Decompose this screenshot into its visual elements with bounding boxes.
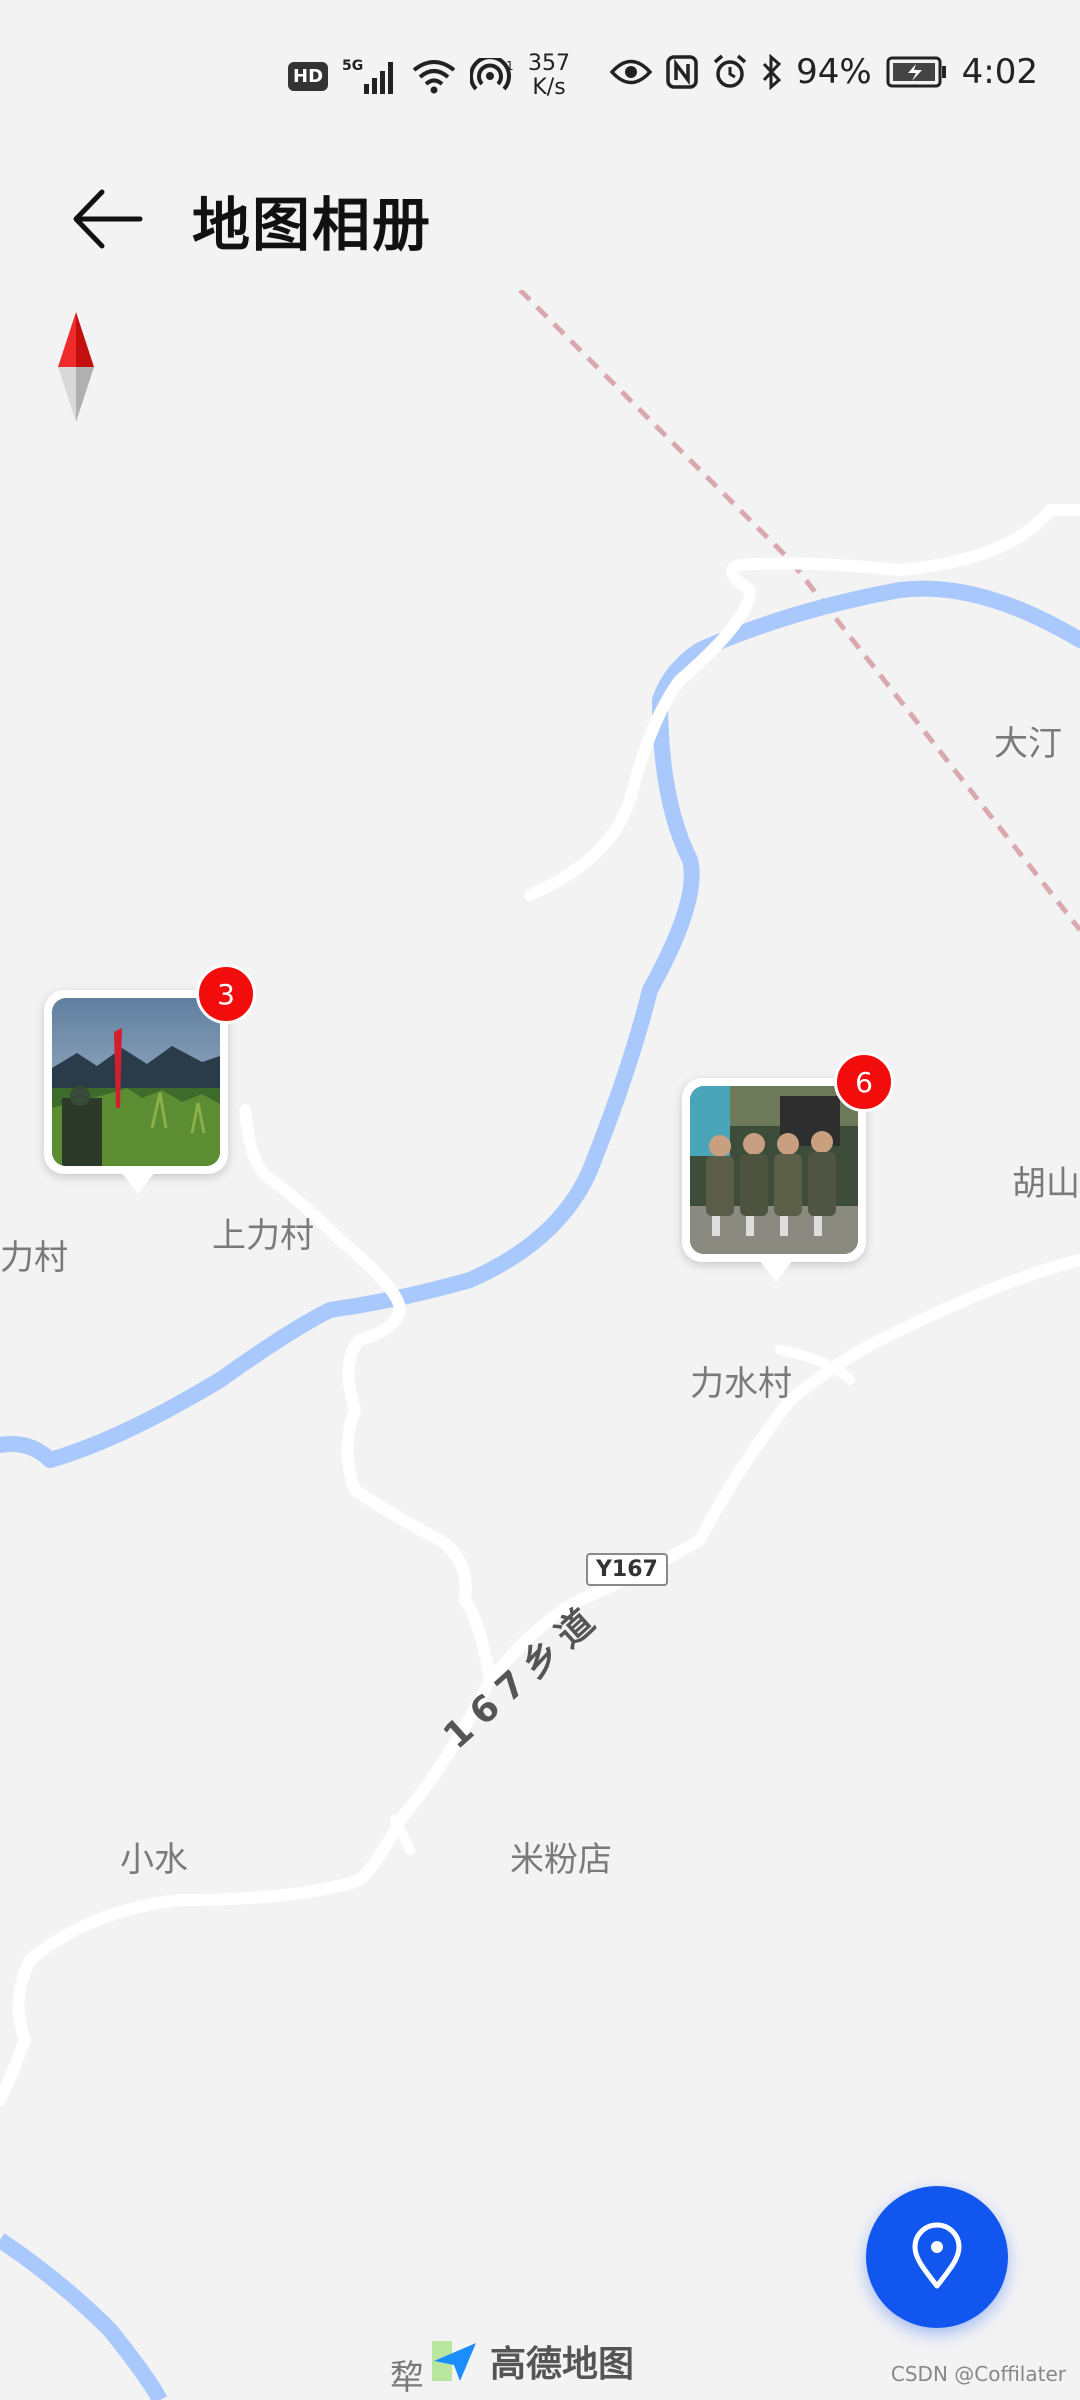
app-header: 地图相册 — [0, 150, 1080, 290]
page-title: 地图相册 — [192, 191, 433, 259]
cellular-signal-icon: 5G — [342, 56, 398, 96]
svg-text:5G: 5G — [342, 58, 363, 74]
photo-count-badge: 6 — [834, 1052, 894, 1112]
compass-icon[interactable] — [54, 310, 98, 424]
road-a — [524, 504, 1080, 901]
nfc-icon — [666, 55, 698, 89]
place-label-shangli: 上力村 — [212, 1216, 314, 1256]
wifi-icon — [412, 58, 456, 94]
clock: 4:02 — [961, 52, 1038, 92]
svg-text:1: 1 — [506, 59, 514, 73]
photo-count-badge: 3 — [196, 964, 256, 1024]
bluetooth-icon — [762, 54, 782, 90]
group-camo-photo — [690, 1086, 858, 1254]
battery-charging-icon — [886, 56, 948, 88]
place-label-xiaoshui: 小水 — [120, 1840, 188, 1880]
pin-pointer — [118, 1168, 158, 1194]
place-label-datang: 大汀 — [994, 724, 1062, 764]
road-d — [390, 1815, 415, 1855]
road-b — [0, 1104, 496, 2106]
amap-attribution: 高德地图 — [430, 2335, 634, 2387]
place-label-bottom: 犂 — [390, 2358, 424, 2398]
place-label-hushan: 胡山 — [1012, 1164, 1080, 1204]
map-base-layer — [0, 290, 1080, 2400]
place-label-lishui: 力水村 — [690, 1364, 792, 1404]
map-view[interactable]: 大汀 胡山 上力村 力村 力水村 小水 米粉店 犂 Y167 167乡道 3 6… — [0, 290, 1080, 2400]
watermark: CSDN @Coffilater — [890, 2362, 1066, 2386]
network-speed: 357 K/s — [528, 52, 570, 100]
battery-percent: 94% — [796, 52, 872, 92]
status-right: 94% 4:02 — [610, 52, 1038, 92]
speed-unit: K/s — [532, 75, 566, 100]
speed-value: 357 — [528, 51, 571, 76]
arrow-left-icon — [73, 189, 143, 249]
alarm-icon — [712, 54, 748, 90]
photo-pin-1[interactable]: 3 — [44, 964, 256, 1210]
amap-label: 高德地图 — [490, 2344, 635, 2385]
road-badge: Y167 — [586, 1553, 668, 1586]
status-bar: HD 5G 1 357 K/s 94% 4:02 — [0, 0, 1080, 150]
place-label-mifendian: 米粉店 — [510, 1840, 612, 1880]
hotspot-icon: 1 — [470, 58, 514, 94]
status-left: HD 5G 1 357 K/s — [288, 52, 570, 100]
river-bottom — [0, 2233, 168, 2400]
location-pin-icon — [912, 2222, 962, 2289]
amap-logo-icon — [432, 2341, 476, 2381]
eye-icon — [610, 57, 653, 87]
hd-badge: HD — [288, 61, 329, 91]
back-button[interactable] — [62, 174, 152, 264]
locate-button[interactable] — [866, 2186, 1008, 2328]
place-label-licun: 力村 — [0, 1238, 68, 1278]
corn-field-photo — [52, 998, 220, 1166]
photo-pin-2[interactable]: 6 — [682, 1052, 894, 1298]
pin-pointer — [756, 1256, 796, 1282]
